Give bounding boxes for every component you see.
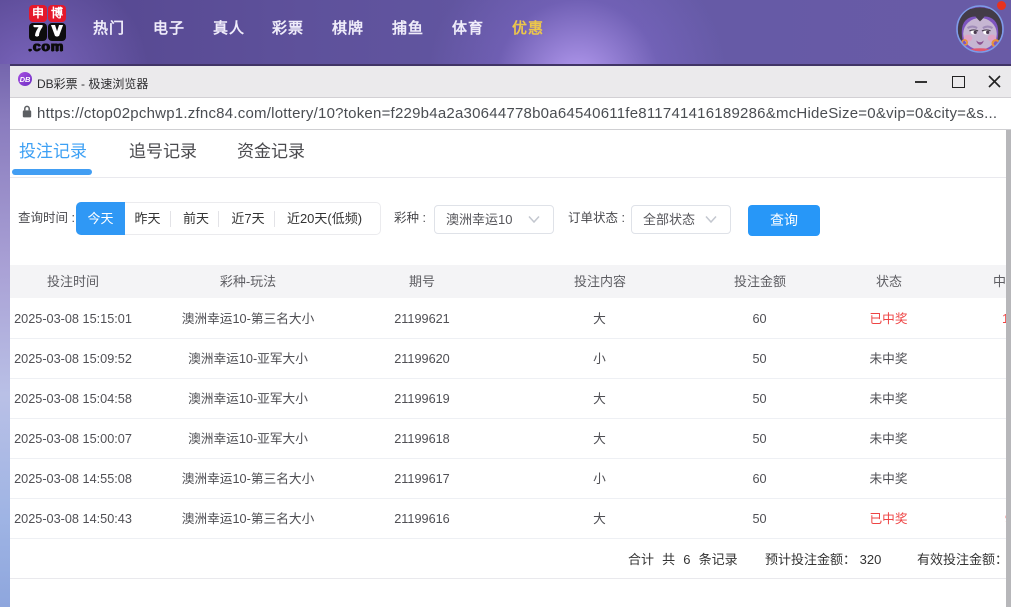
svg-text:DB: DB: [20, 75, 31, 84]
